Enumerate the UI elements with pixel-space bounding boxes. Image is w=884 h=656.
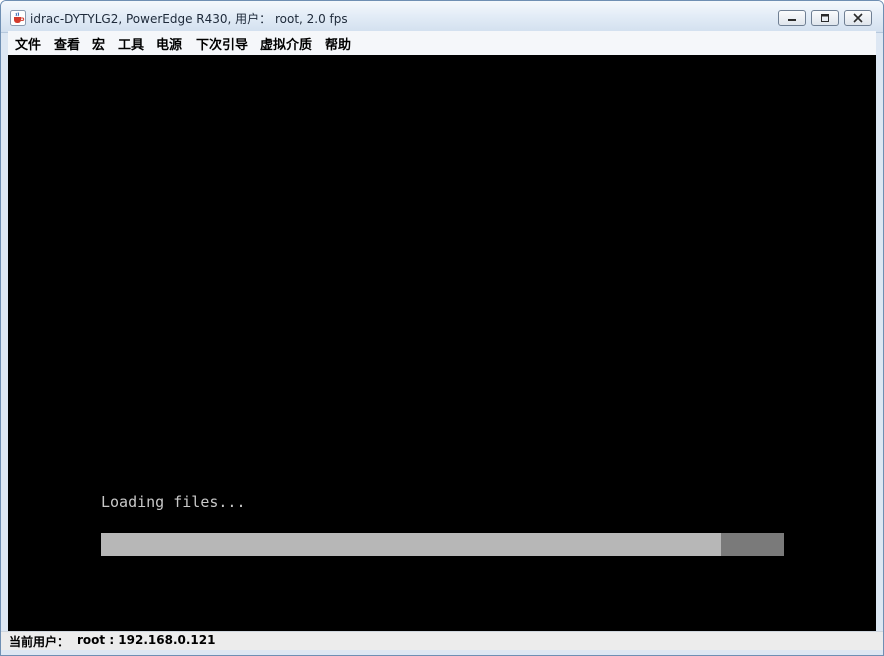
window-title: idrac-DYTYLG2, PowerEdge R430, 用户： root,…	[30, 12, 348, 26]
menu-power[interactable]: 电源	[156, 34, 182, 53]
close-button[interactable]	[844, 10, 872, 26]
minimize-icon	[788, 19, 796, 21]
kvm-viewer-window: idrac-DYTYLG2, PowerEdge R430, 用户： root,…	[0, 0, 884, 656]
menu-view[interactable]: 查看	[54, 34, 80, 53]
menu-file[interactable]: 文件	[15, 34, 41, 53]
java-cup-icon	[10, 10, 26, 26]
menu-help[interactable]: 帮助	[325, 34, 351, 53]
menu-next-boot[interactable]: 下次引导	[196, 34, 248, 53]
current-user-value: root : 192.168.0.121	[77, 633, 216, 647]
current-user-label: 当前用户：	[9, 635, 70, 649]
maximize-button[interactable]	[811, 10, 839, 26]
maximize-icon	[821, 14, 829, 22]
menu-tools[interactable]: 工具	[118, 34, 144, 53]
close-icon	[853, 13, 863, 23]
menu-bar: 文件 查看 宏 工具 电源 下次引导 虚拟介质 帮助	[8, 31, 876, 55]
loading-progress-bar	[101, 533, 784, 556]
status-bar: 当前用户： root : 192.168.0.121	[1, 631, 883, 650]
minimize-button[interactable]	[778, 10, 806, 26]
title-bar[interactable]: idrac-DYTYLG2, PowerEdge R430, 用户： root,…	[1, 1, 883, 33]
loading-progress-fill	[101, 533, 722, 556]
menu-macro[interactable]: 宏	[92, 34, 105, 53]
menu-virtual-media[interactable]: 虚拟介质	[260, 34, 312, 53]
remote-console-screen[interactable]: Loading files...	[8, 55, 876, 631]
loading-message: Loading files...	[101, 493, 246, 511]
